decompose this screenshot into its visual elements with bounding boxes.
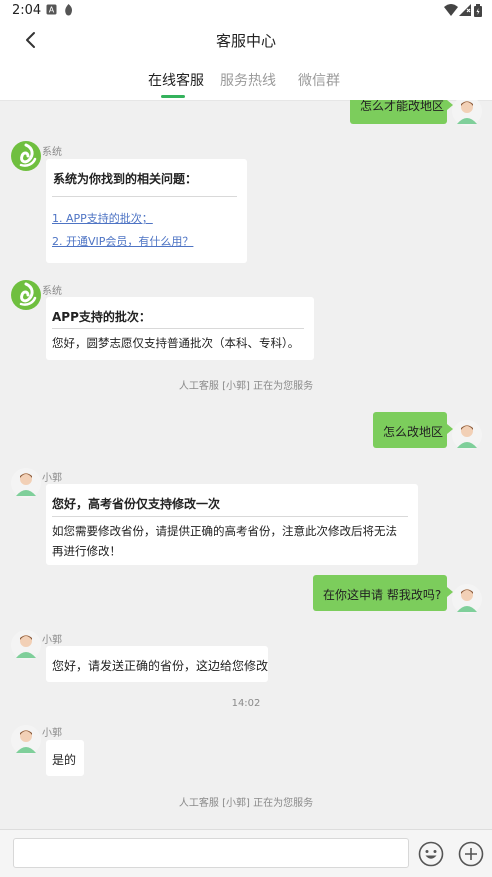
header: 客服中心 在线客服 服务热线 微信群 — [0, 22, 492, 101]
agent-message-bubble: 您好，请发送正确的省份，这边给您修改 — [46, 646, 268, 682]
page-title: 客服中心 — [215, 32, 276, 50]
user-avatar — [452, 100, 482, 126]
sender-name: 小郭 — [42, 728, 62, 739]
message-text: 在你这申请 帮我改吗? — [323, 588, 442, 602]
tab-service-hotline[interactable]: 服务热线 — [220, 70, 276, 90]
sender-name: 小郭 — [42, 635, 62, 646]
tab-online-service[interactable]: 在线客服 — [148, 70, 204, 90]
related-questions-card: 系统为你找到的相关问题： 1. APP支持的批次； 2. 开通VIP会员，有什么… — [46, 159, 247, 263]
svg-text:A: A — [49, 6, 55, 15]
tab-wechat-group[interactable]: 微信群 — [298, 70, 340, 90]
card-body: 如您需要修改省份，请提供正确的高考省份，注意此次修改后将无法再进行修改！ — [52, 524, 397, 558]
card-divider — [52, 196, 237, 197]
input-bar — [0, 829, 492, 877]
active-tab-indicator — [161, 95, 185, 98]
system-logo-avatar — [11, 141, 41, 171]
signal-icon — [459, 4, 471, 16]
user-avatar — [452, 584, 482, 614]
plus-icon[interactable] — [458, 841, 484, 867]
my-message-bubble: 怎么才能改地区 — [350, 100, 453, 124]
card-title: 系统为你找到的相关问题： — [53, 172, 198, 186]
message-input[interactable] — [13, 838, 409, 868]
message-text: 是的 — [52, 753, 77, 767]
emoji-icon[interactable] — [418, 841, 444, 867]
battery-icon — [474, 4, 482, 17]
card-title: APP支持的批次： — [52, 310, 151, 324]
agent-avatar — [11, 630, 41, 660]
message-text: 怎么改地区 — [383, 425, 444, 439]
sender-name: 系统 — [42, 286, 62, 297]
question-link-1[interactable]: 1. APP支持的批次； — [52, 210, 153, 226]
agent-avatar — [11, 468, 41, 498]
my-message-bubble: 怎么改地区 — [373, 412, 453, 448]
agent-notice: 人工客服 [小郭] 正在为您服务 — [178, 381, 314, 392]
status-bar: 2:04 A — [0, 0, 492, 22]
my-message-bubble: 在你这申请 帮我改吗? — [313, 575, 453, 611]
system-logo-avatar — [11, 280, 41, 310]
agent-avatar — [11, 725, 41, 755]
app-notification-icon — [65, 4, 73, 16]
agent-notice: 人工客服 [小郭] 正在为您服务 — [178, 798, 314, 809]
question-link-2[interactable]: 2. 开通VIP会员，有什么用？ — [52, 233, 193, 249]
chat-area[interactable]: 怎么才能改地区 系统 系统为你找到的相关问题： 1. APP支持的批次； 2. … — [0, 100, 492, 830]
message-text: 您好，请发送正确的省份，这边给您修改 — [52, 659, 269, 673]
card-title: 您好，高考省份仅支持修改一次 — [52, 497, 221, 511]
wifi-icon — [444, 4, 458, 16]
message-text: 怎么才能改地区 — [360, 100, 445, 113]
user-avatar — [452, 420, 482, 450]
card-divider — [52, 516, 408, 517]
message-timestamp: 14:02 — [231, 698, 261, 709]
card-divider — [52, 328, 304, 329]
notification-a-icon: A — [46, 4, 57, 15]
card-body: 您好，圆梦志愿仅支持普通批次（本科、专科）。 — [52, 336, 300, 350]
sender-name: 系统 — [42, 147, 62, 158]
agent-message-card: 您好，高考省份仅支持修改一次 如您需要修改省份，请提供正确的高考省份，注意此次修… — [46, 484, 418, 565]
sender-name: 小郭 — [42, 473, 62, 484]
agent-message-bubble: 是的 — [46, 740, 84, 776]
status-time: 2:04 — [12, 3, 42, 18]
answer-card: APP支持的批次： 您好，圆梦志愿仅支持普通批次（本科、专科）。 — [46, 297, 314, 360]
